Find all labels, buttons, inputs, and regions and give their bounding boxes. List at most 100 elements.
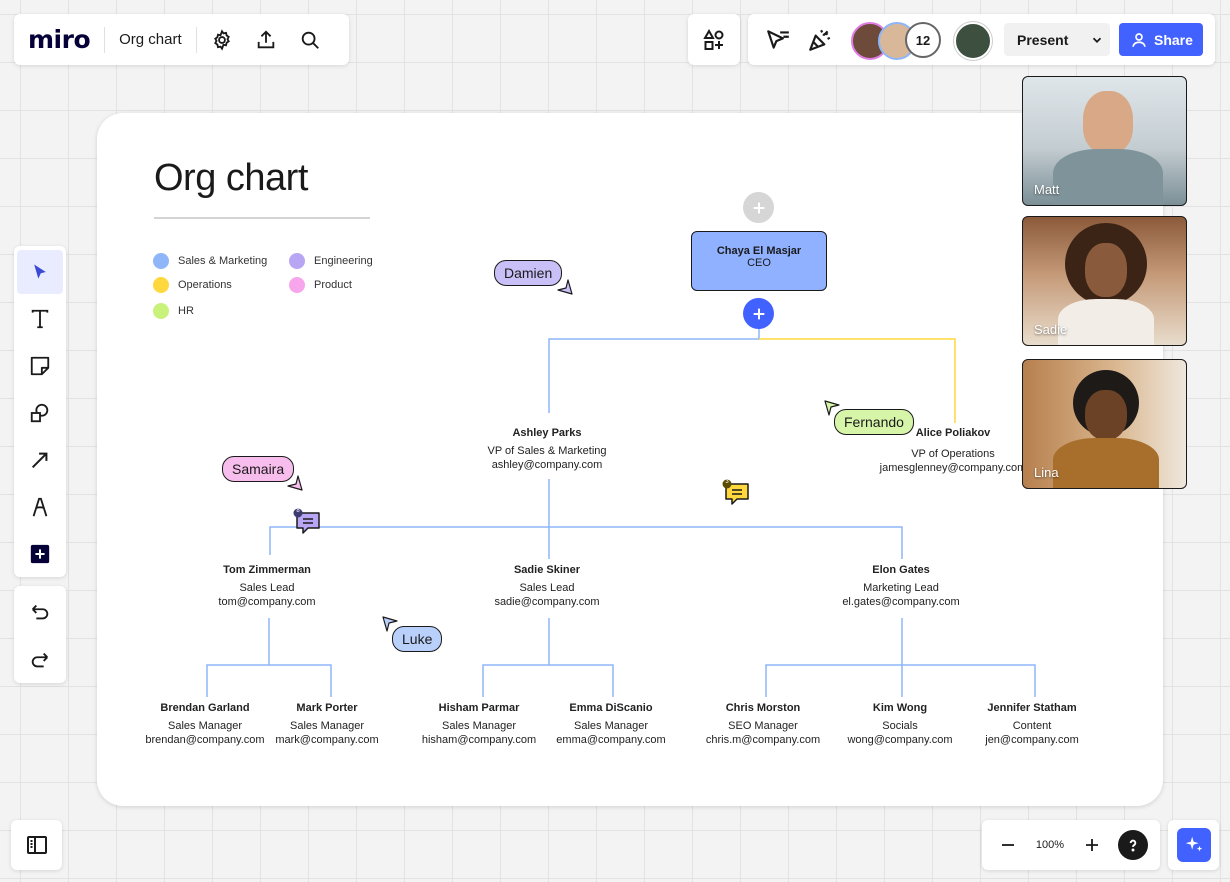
more-tools-button[interactable]: [17, 532, 63, 576]
participant-count: 12: [915, 32, 931, 48]
node-name: Ashley Parks: [512, 427, 582, 439]
plus-icon: [753, 202, 764, 213]
collaboration-bar: 12 Present Share: [748, 14, 1215, 65]
node-email: ashley@company.com: [491, 459, 603, 471]
add-node-button[interactable]: [743, 298, 774, 329]
legend-item[interactable]: Product: [289, 277, 352, 293]
legend-label: HR: [178, 305, 194, 317]
frame-title[interactable]: Org chart: [154, 157, 308, 200]
video-tile[interactable]: Sadie: [1022, 216, 1187, 346]
cursor-follow-icon: [767, 29, 789, 49]
plus-square-icon: [30, 544, 50, 564]
help-button[interactable]: [1118, 830, 1148, 860]
org-node[interactable]: Emma DiScanio Sales Manager emma@company…: [531, 701, 691, 747]
undo-button[interactable]: [17, 590, 63, 634]
settings-button[interactable]: [203, 21, 241, 59]
add-node-button-top[interactable]: [743, 192, 774, 223]
org-node[interactable]: Sadie Skiner Sales Lead sadie@company.co…: [467, 563, 627, 609]
minus-icon: [1002, 844, 1014, 846]
legend-label: Engineering: [314, 255, 373, 267]
export-button[interactable]: [247, 21, 285, 59]
share-button[interactable]: Share: [1119, 23, 1203, 56]
comment-thread[interactable]: 8: [293, 508, 323, 536]
zoom-controls: 100%: [982, 820, 1160, 870]
connector-line: [765, 618, 1036, 697]
comment-thread[interactable]: 3: [722, 479, 752, 507]
search-button[interactable]: [291, 21, 329, 59]
creation-toolbar: [14, 246, 66, 577]
legend-item[interactable]: Engineering: [289, 253, 373, 269]
board-title[interactable]: Org chart: [119, 31, 182, 48]
sticky-note-icon: [30, 356, 50, 376]
node-email: el.gates@company.com: [842, 596, 960, 608]
participant-count-badge[interactable]: 12: [905, 22, 941, 58]
legend-item[interactable]: Sales & Marketing: [153, 253, 267, 269]
participant-video: [1085, 243, 1127, 297]
select-tool[interactable]: [17, 250, 63, 294]
node-name: Elon Gates: [872, 564, 930, 576]
miro-logo[interactable]: miro: [28, 25, 91, 54]
zoom-in-button[interactable]: [1072, 825, 1112, 865]
node-email: mark@company.com: [275, 734, 379, 746]
present-label: Present: [1017, 31, 1069, 48]
upload-icon: [257, 29, 274, 48]
ai-badge: [1176, 828, 1211, 862]
node-role: Sales Manager: [574, 720, 648, 732]
chevron-down-icon[interactable]: [1090, 33, 1104, 47]
node-role: VP of Operations: [911, 448, 995, 460]
avatar-stack[interactable]: 12: [851, 22, 941, 60]
participant-video: [1053, 149, 1163, 205]
legend-dot: [153, 253, 169, 269]
node-role: SEO Manager: [728, 720, 798, 732]
video-tile[interactable]: Lina: [1022, 359, 1187, 489]
apps-button[interactable]: [688, 14, 740, 65]
org-node[interactable]: Tom Zimmerman Sales Lead tom@company.com: [187, 563, 347, 609]
bring-everyone-button[interactable]: [758, 20, 798, 60]
sticky-note-tool[interactable]: [17, 344, 63, 388]
org-node-ceo[interactable]: Chaya El Masjar CEO: [691, 231, 827, 291]
node-role: Sales Manager: [290, 720, 364, 732]
node-name: Jennifer Statham: [987, 702, 1077, 714]
node-name: Chris Morston: [725, 702, 801, 714]
shapes-tool[interactable]: [17, 391, 63, 435]
zoom-out-button[interactable]: [988, 825, 1028, 865]
avatar[interactable]: [954, 22, 992, 60]
legend-item[interactable]: Operations: [153, 277, 232, 293]
org-node[interactable]: Ashley Parks VP of Sales & Marketing ash…: [467, 426, 627, 472]
org-node[interactable]: Mark Porter Sales Manager mark@company.c…: [247, 701, 407, 747]
zoom-level[interactable]: 100%: [1028, 839, 1072, 851]
help-icon: [1129, 839, 1137, 852]
cursor-label-samaira: Samaira: [222, 456, 295, 482]
cursor-label-luke: Luke: [392, 626, 443, 652]
ai-assistant-button[interactable]: [1168, 820, 1219, 870]
pen-tool[interactable]: [17, 485, 63, 529]
org-node[interactable]: Jennifer Statham Content jen@company.com: [952, 701, 1112, 747]
redo-button[interactable]: [17, 638, 63, 682]
gear-icon: [213, 28, 230, 51]
text-tool[interactable]: [17, 297, 63, 341]
undo-icon: [32, 604, 49, 620]
org-chart-frame[interactable]: Org chart Sales & Marketing Engineering …: [97, 113, 1163, 806]
video-tile[interactable]: Matt: [1022, 76, 1187, 206]
legend-label: Sales & Marketing: [178, 255, 268, 267]
legend-item[interactable]: HR: [153, 303, 194, 319]
connector-line: [269, 526, 903, 559]
video-participant-name: Lina: [1034, 465, 1059, 480]
user-icon: [1132, 32, 1146, 47]
org-node[interactable]: Chris Morston SEO Manager chris.m@compan…: [683, 701, 843, 747]
node-email: sadie@company.com: [494, 596, 600, 608]
present-button[interactable]: Present: [1004, 23, 1110, 56]
connector-line: [206, 618, 332, 697]
panel-icon: [26, 836, 47, 854]
video-participant-name: Matt: [1034, 182, 1060, 197]
node-name: Emma DiScanio: [569, 702, 653, 714]
org-node[interactable]: Elon Gates Marketing Lead el.gates@compa…: [821, 563, 981, 609]
pen-icon: [32, 497, 48, 517]
connector-tool[interactable]: [17, 438, 63, 482]
text-icon: [31, 309, 49, 329]
search-icon: [301, 31, 319, 49]
celebrate-button[interactable]: [800, 20, 840, 60]
sidebar-toggle-button[interactable]: [11, 820, 62, 870]
title-underline: [154, 217, 370, 219]
node-email: emma@company.com: [556, 734, 666, 746]
